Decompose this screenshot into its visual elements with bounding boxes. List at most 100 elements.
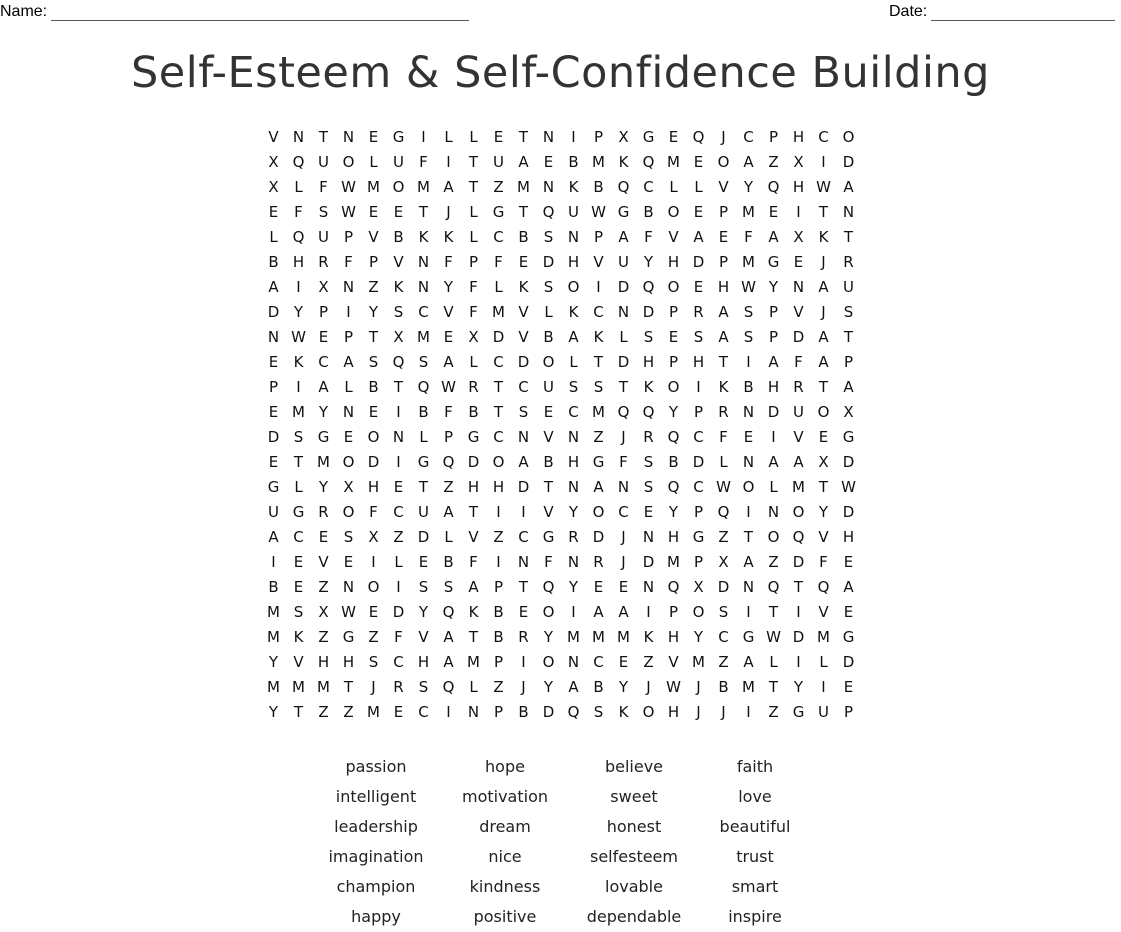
grid-letter[interactable]: C [586,300,611,325]
grid-letter[interactable]: S [686,325,711,350]
grid-letter[interactable]: A [311,375,336,400]
grid-letter[interactable]: M [311,450,336,475]
grid-letter[interactable]: D [461,450,486,475]
grid-letter[interactable]: Z [636,650,661,675]
grid-letter[interactable]: E [386,475,411,500]
grid-letter[interactable]: A [611,225,636,250]
grid-letter[interactable]: N [786,275,811,300]
grid-letter[interactable]: D [536,250,561,275]
grid-letter[interactable]: V [536,500,561,525]
grid-letter[interactable]: L [261,225,286,250]
grid-letter[interactable]: F [736,225,761,250]
grid-letter[interactable]: A [611,600,636,625]
grid-letter[interactable]: G [736,625,761,650]
grid-letter[interactable]: Y [611,675,636,700]
grid-letter[interactable]: V [786,300,811,325]
grid-letter[interactable]: Y [436,275,461,300]
grid-letter[interactable]: B [436,550,461,575]
grid-letter[interactable]: L [386,550,411,575]
grid-letter[interactable]: W [836,475,861,500]
grid-letter[interactable]: D [261,425,286,450]
grid-letter[interactable]: M [286,400,311,425]
grid-letter[interactable]: E [311,325,336,350]
grid-letter[interactable]: P [461,250,486,275]
grid-letter[interactable]: I [411,125,436,150]
grid-letter[interactable]: P [711,250,736,275]
grid-letter[interactable]: T [411,475,436,500]
grid-letter[interactable]: I [386,450,411,475]
grid-letter[interactable]: Q [786,525,811,550]
grid-letter[interactable]: C [486,425,511,450]
grid-letter[interactable]: G [836,425,861,450]
grid-letter[interactable]: P [836,700,861,725]
grid-letter[interactable]: B [636,200,661,225]
grid-letter[interactable]: C [611,500,636,525]
grid-letter[interactable]: H [336,650,361,675]
grid-letter[interactable]: D [686,250,711,275]
grid-letter[interactable]: A [436,350,461,375]
grid-letter[interactable]: Q [386,350,411,375]
grid-letter[interactable]: L [461,675,486,700]
grid-letter[interactable]: Z [486,675,511,700]
grid-letter[interactable]: M [686,650,711,675]
grid-letter[interactable]: N [536,125,561,150]
grid-letter[interactable]: E [661,325,686,350]
grid-letter[interactable]: E [836,600,861,625]
grid-letter[interactable]: P [486,700,511,725]
grid-letter[interactable]: S [311,200,336,225]
grid-letter[interactable]: A [511,450,536,475]
grid-letter[interactable]: S [636,450,661,475]
grid-letter[interactable]: G [836,625,861,650]
grid-letter[interactable]: Q [286,150,311,175]
grid-letter[interactable]: X [611,125,636,150]
grid-letter[interactable]: T [511,200,536,225]
grid-letter[interactable]: N [336,125,361,150]
grid-letter[interactable]: D [386,600,411,625]
grid-letter[interactable]: O [661,275,686,300]
grid-letter[interactable]: V [311,550,336,575]
grid-letter[interactable]: B [711,675,736,700]
grid-letter[interactable]: I [486,500,511,525]
grid-letter[interactable]: B [261,575,286,600]
grid-letter[interactable]: Q [536,200,561,225]
date-blank-line[interactable] [931,6,1116,21]
grid-letter[interactable]: I [511,500,536,525]
grid-letter[interactable]: H [486,475,511,500]
grid-letter[interactable]: O [361,575,386,600]
grid-letter[interactable]: M [586,150,611,175]
grid-letter[interactable]: C [386,650,411,675]
grid-letter[interactable]: F [486,250,511,275]
grid-letter[interactable]: G [411,450,436,475]
grid-letter[interactable]: S [361,350,386,375]
grid-letter[interactable]: T [511,575,536,600]
grid-letter[interactable]: Y [311,475,336,500]
grid-letter[interactable]: U [786,400,811,425]
grid-letter[interactable]: N [286,125,311,150]
grid-letter[interactable]: I [786,650,811,675]
grid-letter[interactable]: V [361,225,386,250]
grid-letter[interactable]: E [336,550,361,575]
grid-letter[interactable]: M [461,650,486,675]
grid-letter[interactable]: Q [761,575,786,600]
grid-letter[interactable]: F [636,225,661,250]
grid-letter[interactable]: A [836,375,861,400]
grid-letter[interactable]: D [611,350,636,375]
grid-letter[interactable]: L [461,350,486,375]
grid-letter[interactable]: T [461,175,486,200]
grid-letter[interactable]: K [711,375,736,400]
grid-letter[interactable]: F [461,300,486,325]
grid-letter[interactable]: H [711,275,736,300]
grid-letter[interactable]: J [511,675,536,700]
grid-letter[interactable]: K [386,275,411,300]
grid-letter[interactable]: S [636,475,661,500]
grid-letter[interactable]: B [511,225,536,250]
grid-letter[interactable]: L [461,200,486,225]
grid-letter[interactable]: O [836,125,861,150]
grid-letter[interactable]: E [336,425,361,450]
grid-letter[interactable]: O [536,650,561,675]
grid-letter[interactable]: O [661,200,686,225]
grid-letter[interactable]: Y [761,275,786,300]
grid-letter[interactable]: G [536,525,561,550]
grid-letter[interactable]: G [636,125,661,150]
grid-letter[interactable]: L [461,225,486,250]
